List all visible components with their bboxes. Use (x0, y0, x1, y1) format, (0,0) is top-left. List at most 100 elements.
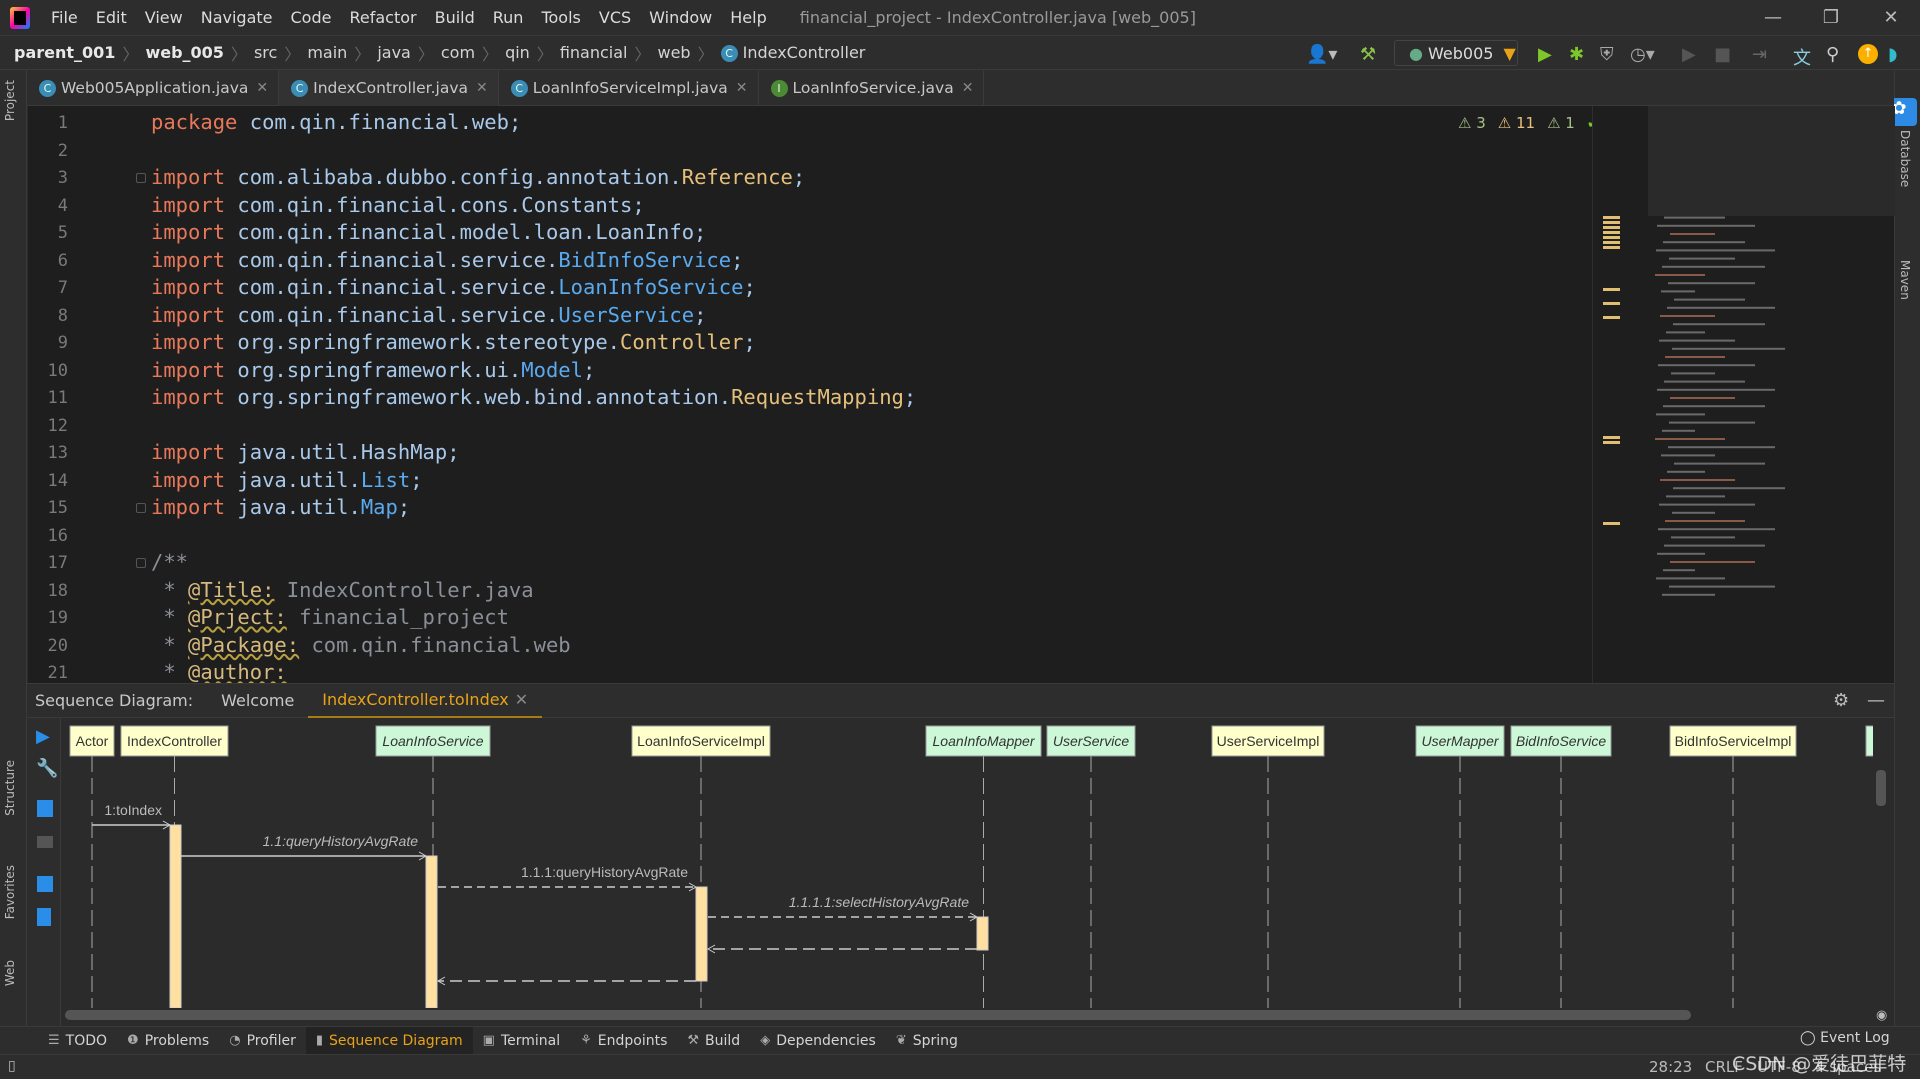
code-minimap[interactable] (1592, 106, 1895, 683)
breadcrumb-item[interactable]: main (307, 43, 347, 62)
editor-tab[interactable]: I LoanInfoService.java ✕ (759, 70, 985, 106)
menu-window[interactable]: Window (640, 8, 721, 27)
problems-icon: ❶ (127, 1033, 139, 1048)
search-icon[interactable]: ⚲ (1826, 44, 1839, 65)
layout-toggle-icon[interactable]: ▯ (8, 1058, 16, 1074)
plugin-icon[interactable]: ◗ (1888, 44, 1897, 65)
fold-marker-icon[interactable] (136, 558, 146, 568)
breadcrumb-item[interactable]: src (254, 43, 277, 62)
minimap-line (1667, 306, 1775, 309)
breadcrumb-item[interactable]: web_005 (145, 43, 223, 62)
translate-icon[interactable]: 文 (1793, 44, 1811, 70)
code-line[interactable]: /** (151, 550, 188, 574)
event-log-button[interactable]: ◯ Event Log (1800, 1030, 1890, 1046)
sidebar-database[interactable]: Database (1898, 130, 1912, 187)
close-tab-icon[interactable]: ✕ (736, 80, 748, 96)
code-line[interactable]: * @Prject: financial_project (151, 605, 509, 629)
activation-bar (976, 916, 989, 951)
code-line[interactable]: import com.qin.financial.service.LoanInf… (151, 275, 756, 299)
menu-help[interactable]: Help (721, 8, 775, 27)
resume-icon[interactable]: ▶ (1682, 44, 1696, 65)
diagram-horizontal-scrollbar[interactable] (65, 1010, 1691, 1020)
caret-position[interactable]: 28:23 (1649, 1058, 1692, 1076)
code-line[interactable]: * @Title: IndexController.java (151, 578, 533, 602)
tab-index-controller-toindex[interactable]: IndexController.toIndex ✕ (308, 683, 543, 718)
menu-edit[interactable]: Edit (87, 8, 136, 27)
eye-icon[interactable]: ◉ (1876, 1008, 1887, 1023)
code-line[interactable]: package com.qin.financial.web; (151, 110, 521, 134)
sidebar-maven[interactable]: Maven (1898, 260, 1912, 300)
menu-navigate[interactable]: Navigate (192, 8, 282, 27)
menu-run[interactable]: Run (484, 8, 533, 27)
code-line[interactable]: import com.qin.financial.service.UserSer… (151, 303, 706, 327)
toolwindow-endpoints[interactable]: ⚘ Endpoints (570, 1027, 677, 1055)
toolwindow-profiler[interactable]: ◔ Profiler (219, 1027, 306, 1055)
run-icon[interactable]: ▶ (1538, 44, 1552, 65)
code-editor[interactable]: 1 package com.qin.financial.web; 2 3 import … (28, 106, 1592, 683)
stop-icon[interactable]: ■ (1714, 44, 1731, 65)
debug-icon[interactable]: ✱ (1569, 44, 1584, 65)
editor-tab[interactable]: C Web005Application.java ✕ (27, 70, 280, 106)
toolwindow-todo[interactable]: ☰ TODO (38, 1027, 117, 1055)
minimap-line (1658, 364, 1755, 367)
sidebar-project[interactable]: Project (3, 80, 17, 121)
code-line[interactable]: import java.util.HashMap; (151, 440, 460, 464)
build-hammer-icon[interactable]: ⚒ (1360, 44, 1376, 65)
close-tab-icon[interactable]: ✕ (476, 80, 488, 96)
breadcrumb-item[interactable]: web (658, 43, 691, 62)
menu-vcs[interactable]: VCS (590, 8, 640, 27)
menu-tools[interactable]: Tools (532, 8, 589, 27)
code-line[interactable]: import java.util.Map; (151, 495, 410, 519)
menu-file[interactable]: File (42, 8, 87, 27)
gear-icon[interactable]: ⚙ (1833, 690, 1849, 711)
breadcrumb-item[interactable]: qin (505, 43, 530, 62)
breadcrumb-item[interactable]: java (377, 43, 411, 62)
code-line[interactable]: import com.qin.financial.model.loan.Loan… (151, 220, 706, 244)
sequence-diagram-canvas[interactable]: Actor IndexController LoanInfoService LoanI… (0, 718, 1894, 1026)
build-icon: ⚒ (687, 1033, 700, 1048)
close-tab-icon[interactable]: ✕ (962, 80, 974, 96)
breadcrumb-item[interactable]: C IndexController (720, 43, 865, 62)
menu-build[interactable]: Build (426, 8, 484, 27)
toolwindow-problems[interactable]: ❶ Problems (117, 1027, 219, 1055)
profiler-icon[interactable]: ◷▾ (1630, 44, 1655, 65)
menu-code[interactable]: Code (282, 8, 341, 27)
minimap-line (1662, 265, 1765, 268)
toolwindow-build[interactable]: ⚒ Build (677, 1027, 750, 1055)
editor-tab[interactable]: C IndexController.java ✕ (279, 70, 499, 106)
code-line[interactable]: import com.alibaba.dubbo.config.annotati… (151, 165, 805, 189)
minimize-icon[interactable]: — (1867, 690, 1885, 711)
toolwindow-terminal[interactable]: ▣ Terminal (473, 1027, 570, 1055)
code-line[interactable]: * @Package: com.qin.financial.web (151, 633, 570, 657)
breadcrumb-item[interactable]: parent_001 (14, 43, 115, 62)
tab-welcome[interactable]: Welcome (207, 683, 308, 718)
diagram-vertical-scrollbar[interactable] (1876, 770, 1886, 806)
vcs-user-icon[interactable]: 👤▾ (1306, 44, 1337, 65)
toolwindow-spring[interactable]: ❦ Spring (886, 1027, 968, 1055)
coverage-icon[interactable]: ⛨ (1600, 44, 1614, 65)
menu-refactor[interactable]: Refactor (340, 8, 425, 27)
code-line[interactable]: import com.qin.financial.service.BidInfo… (151, 248, 743, 272)
breadcrumb-item[interactable]: com (441, 43, 475, 62)
toolwindow-dependencies[interactable]: ◈ Dependencies (750, 1027, 886, 1055)
menu-view[interactable]: View (136, 8, 192, 27)
attach-icon[interactable]: ⇥ (1752, 44, 1767, 65)
toolwindow-sequence-diagram[interactable]: ▮ Sequence Diagram (305, 1026, 473, 1055)
watermark: CSDN @爱徒巴菲特 (1732, 1053, 1907, 1075)
code-line[interactable]: * @author: (151, 660, 286, 683)
update-icon[interactable]: ↑ (1858, 44, 1878, 64)
run-config-select[interactable]: ● Web005 ▼ (1394, 40, 1518, 66)
breadcrumb-item[interactable]: financial (560, 43, 628, 62)
code-line[interactable]: import com.qin.financial.cons.Constants; (151, 193, 645, 217)
editor-tab[interactable]: C LoanInfoServiceImpl.java ✕ (499, 70, 759, 106)
close-tab-icon[interactable]: ✕ (256, 80, 268, 96)
code-line[interactable]: import org.springframework.web.bind.anno… (151, 385, 916, 409)
fold-marker-icon[interactable] (136, 173, 146, 183)
restore-button[interactable]: ❐ (1802, 0, 1860, 35)
fold-marker-icon[interactable] (136, 503, 146, 513)
minimize-button[interactable]: — (1744, 0, 1802, 35)
code-line[interactable]: import org.springframework.ui.Model; (151, 358, 595, 382)
close-button[interactable]: ✕ (1862, 0, 1920, 35)
code-line[interactable]: import java.util.List; (151, 468, 423, 492)
code-line[interactable]: import org.springframework.stereotype.Co… (151, 330, 756, 354)
